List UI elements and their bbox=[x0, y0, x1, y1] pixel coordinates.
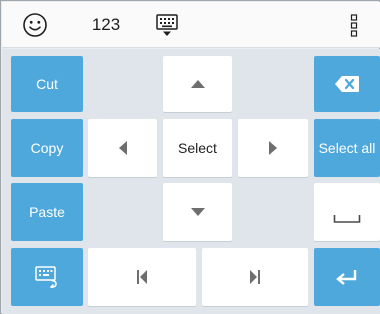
arrow-left-icon bbox=[118, 141, 127, 155]
space-bar-icon bbox=[333, 215, 361, 223]
copy-key[interactable]: Copy bbox=[11, 119, 83, 177]
move-to-end-key[interactable] bbox=[202, 248, 308, 306]
cut-key[interactable]: Cut bbox=[11, 56, 83, 112]
arrow-right-icon bbox=[269, 141, 277, 155]
enter-key[interactable] bbox=[314, 248, 380, 306]
smiley-icon[interactable] bbox=[18, 2, 52, 48]
select-all-key[interactable]: Select all bbox=[314, 119, 380, 177]
select-key[interactable]: Select bbox=[163, 119, 232, 177]
arrow-up-icon bbox=[190, 80, 205, 88]
enter-icon bbox=[336, 270, 357, 285]
backspace-key[interactable] bbox=[314, 56, 380, 112]
arrow-right-key[interactable] bbox=[238, 119, 308, 177]
switch-keyboard-key[interactable] bbox=[11, 248, 83, 306]
keyboard-toolbar: 123 bbox=[2, 2, 380, 48]
arrow-up-key[interactable] bbox=[163, 56, 232, 112]
backspace-icon bbox=[335, 76, 359, 92]
paste-key[interactable]: Paste bbox=[11, 183, 83, 241]
arrow-down-key[interactable] bbox=[163, 183, 232, 241]
more-vert-icon[interactable] bbox=[342, 2, 366, 48]
keyboard-return-icon bbox=[35, 266, 57, 288]
keyboard-frame: 123 Cut Copy Select Select all Paste bbox=[0, 0, 380, 314]
skip-to-start-icon bbox=[137, 270, 147, 284]
space-key[interactable] bbox=[314, 183, 380, 241]
arrow-down-icon bbox=[190, 208, 205, 216]
editing-keypad: Cut Copy Select Select all Paste bbox=[2, 49, 380, 314]
numbers-toggle-button[interactable]: 123 bbox=[82, 2, 130, 48]
skip-to-end-icon bbox=[250, 270, 260, 284]
arrow-left-key[interactable] bbox=[88, 119, 157, 177]
keyboard-hide-icon[interactable] bbox=[150, 2, 184, 48]
move-to-start-key[interactable] bbox=[88, 248, 196, 306]
